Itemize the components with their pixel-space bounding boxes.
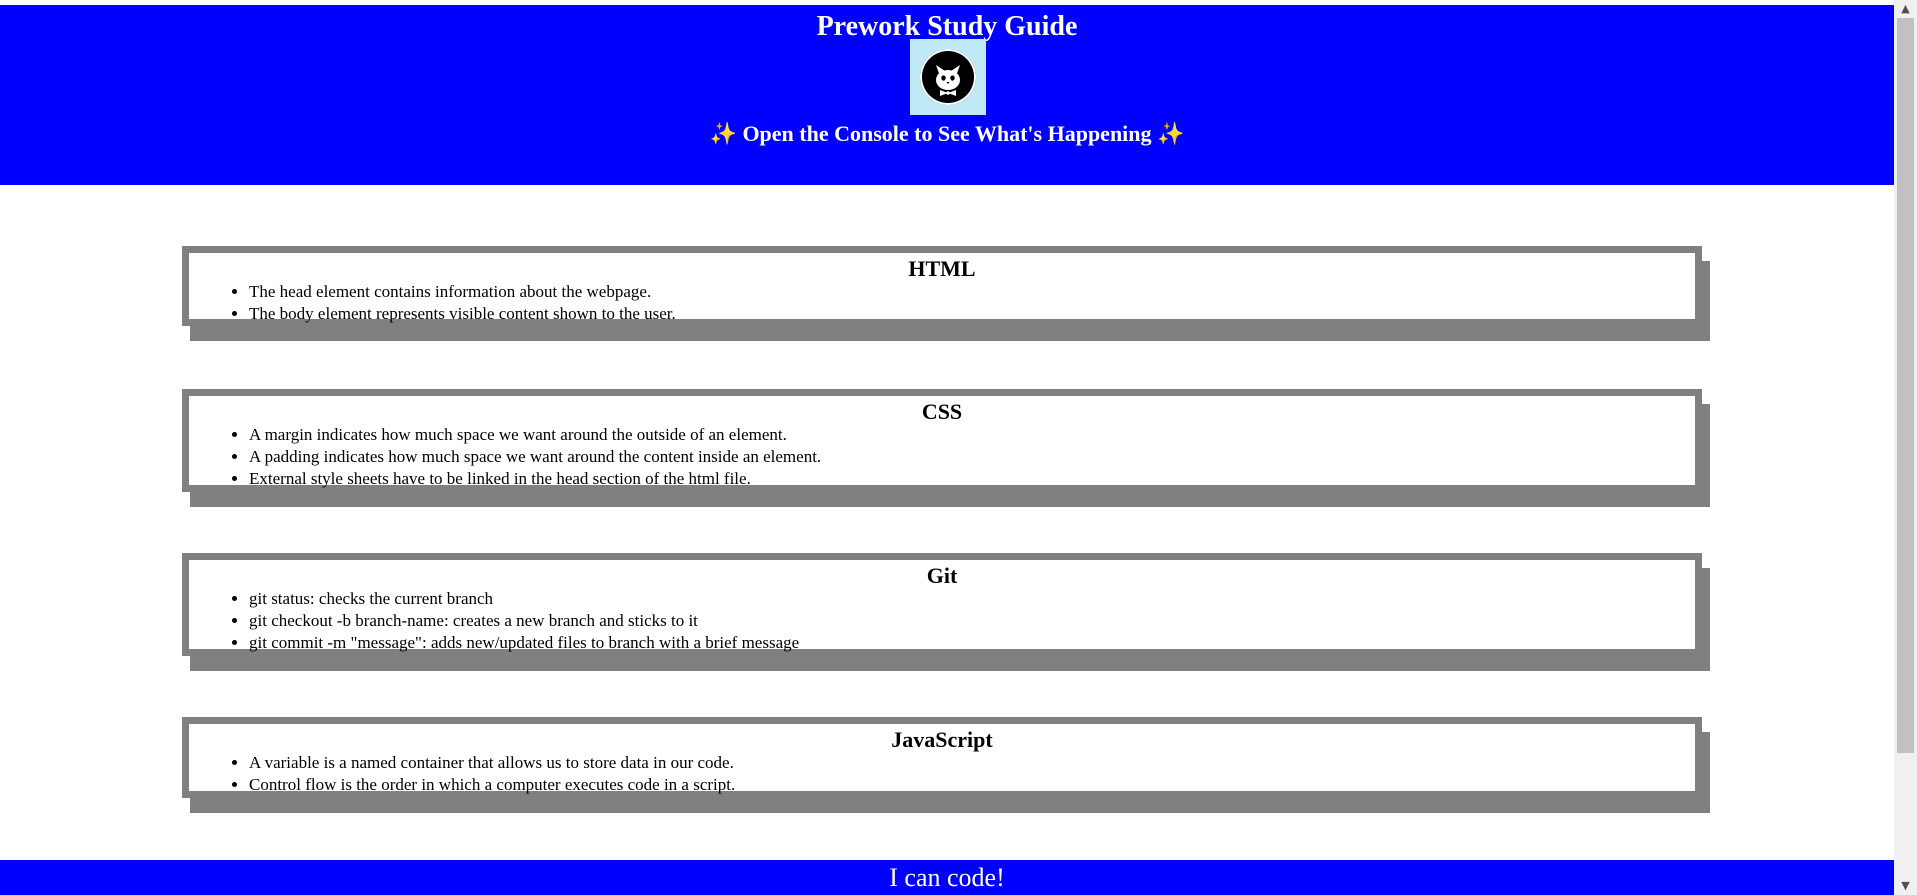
list-item: A margin indicates how much space we wan… [249, 424, 1695, 446]
list-item: git commit -m "message": adds new/update… [249, 632, 1695, 654]
card-title: HTML [908, 256, 976, 281]
footer-text: I can code! [889, 863, 1005, 892]
card-list: A variable is a named container that all… [189, 752, 1695, 796]
page-footer: I can code! [0, 860, 1894, 895]
scroll-down-arrow-icon[interactable]: ▼ [1894, 877, 1917, 895]
subtitle-text: Open the Console to See What's Happening [742, 121, 1152, 146]
card-list: The head element contains information ab… [189, 281, 1695, 325]
card-title: JavaScript [891, 727, 993, 752]
page: Prework Study Guide ✨ Open the Console t… [0, 0, 1917, 895]
avatar-frame [910, 39, 986, 115]
card-git: Git git status: checks the current branc… [182, 553, 1702, 656]
card-javascript: JavaScript A variable is a named contain… [182, 717, 1702, 798]
scrollbar-thumb[interactable] [1897, 18, 1914, 753]
sparkle-left-icon: ✨ [709, 122, 737, 147]
cat-face-icon [920, 49, 976, 105]
card-list: git status: checks the current branch gi… [189, 588, 1695, 654]
page-header: Prework Study Guide ✨ Open the Console t… [0, 5, 1894, 185]
list-item: The body element represents visible cont… [249, 303, 1695, 325]
card-title: Git [926, 563, 958, 588]
list-item: git checkout -b branch-name: creates a n… [249, 610, 1695, 632]
card-html: HTML The head element contains informati… [182, 246, 1702, 326]
list-item: The head element contains information ab… [249, 281, 1695, 303]
list-item: git status: checks the current branch [249, 588, 1695, 610]
vertical-scrollbar[interactable]: ▲ ▼ [1894, 0, 1917, 895]
list-item: External style sheets have to be linked … [249, 468, 1695, 490]
card-list: A margin indicates how much space we wan… [189, 424, 1695, 490]
list-item: A padding indicates how much space we wa… [249, 446, 1695, 468]
list-item: A variable is a named container that all… [249, 752, 1695, 774]
card-title: CSS [921, 399, 963, 424]
list-item: Control flow is the order in which a com… [249, 774, 1695, 796]
header-subtitle: ✨ Open the Console to See What's Happeni… [0, 120, 1894, 149]
sparkle-right-icon: ✨ [1157, 122, 1185, 147]
scroll-up-arrow-icon[interactable]: ▲ [1894, 0, 1917, 18]
card-css: CSS A margin indicates how much space we… [182, 389, 1702, 492]
page-content: Prework Study Guide ✨ Open the Console t… [0, 0, 1894, 895]
